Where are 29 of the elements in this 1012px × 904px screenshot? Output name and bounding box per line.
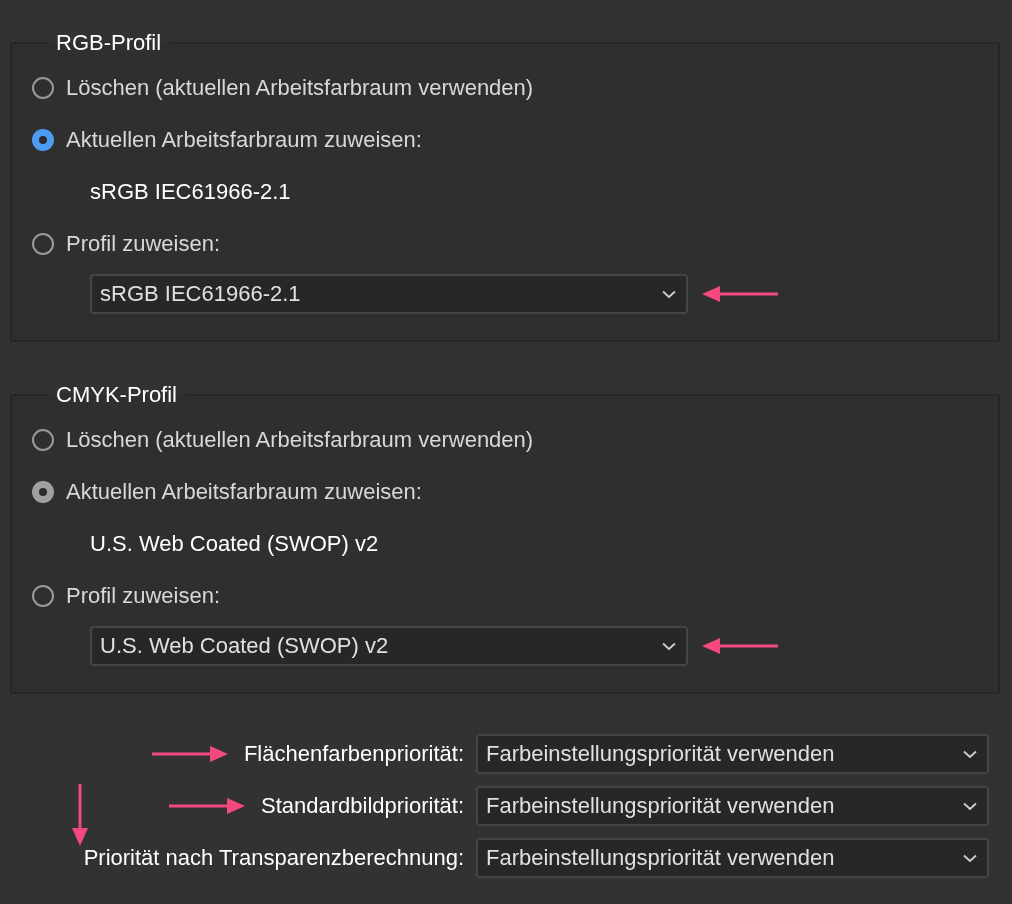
priority-label: Priorität nach Transparenzberechnung:	[83, 845, 464, 871]
priority-label: Flächenfarbenpriorität:	[243, 741, 464, 767]
radio-button[interactable]	[32, 481, 54, 503]
radio-button[interactable]	[32, 585, 54, 607]
chevron-down-icon	[662, 641, 676, 651]
profile-dropdown[interactable]: U.S. Web Coated (SWOP) v2	[90, 626, 688, 666]
priority-label: Standardbildpriorität:	[261, 793, 464, 819]
option-label: Profil zuweisen:	[66, 583, 221, 609]
option-label: Aktuellen Arbeitsfarbraum zuweisen:	[66, 127, 422, 153]
radio-button[interactable]	[32, 233, 54, 255]
current-profile-name: U.S. Web Coated (SWOP) v2	[90, 531, 379, 557]
chevron-down-icon	[963, 853, 977, 863]
group-title: CMYK-Profil	[55, 382, 178, 408]
current-profile-name: sRGB IEC61966-2.1	[90, 179, 291, 205]
chevron-down-icon	[963, 749, 977, 759]
profile-dropdown[interactable]: sRGB IEC61966-2.1	[90, 274, 688, 314]
option-label: Löschen (aktuellen Arbeitsfarbraum verwenden)	[66, 75, 534, 101]
radio-button[interactable]	[32, 77, 54, 99]
group-title: RGB-Profil	[55, 30, 163, 56]
priority-dropdown[interactable]: Farbeinstellungspriorität verwenden	[476, 734, 989, 774]
radio-button[interactable]	[32, 129, 54, 151]
option-label: Profil zuweisen:	[66, 231, 221, 257]
priority-dropdown[interactable]: Farbeinstellungspriorität verwenden	[476, 786, 989, 826]
option-label: Löschen (aktuellen Arbeitsfarbraum verwenden)	[66, 427, 534, 453]
option-label: Aktuellen Arbeitsfarbraum zuweisen:	[66, 479, 422, 505]
chevron-down-icon	[963, 801, 977, 811]
chevron-down-icon	[662, 289, 676, 299]
priority-dropdown[interactable]: Farbeinstellungspriorität verwenden	[476, 838, 989, 878]
radio-button[interactable]	[32, 429, 54, 451]
